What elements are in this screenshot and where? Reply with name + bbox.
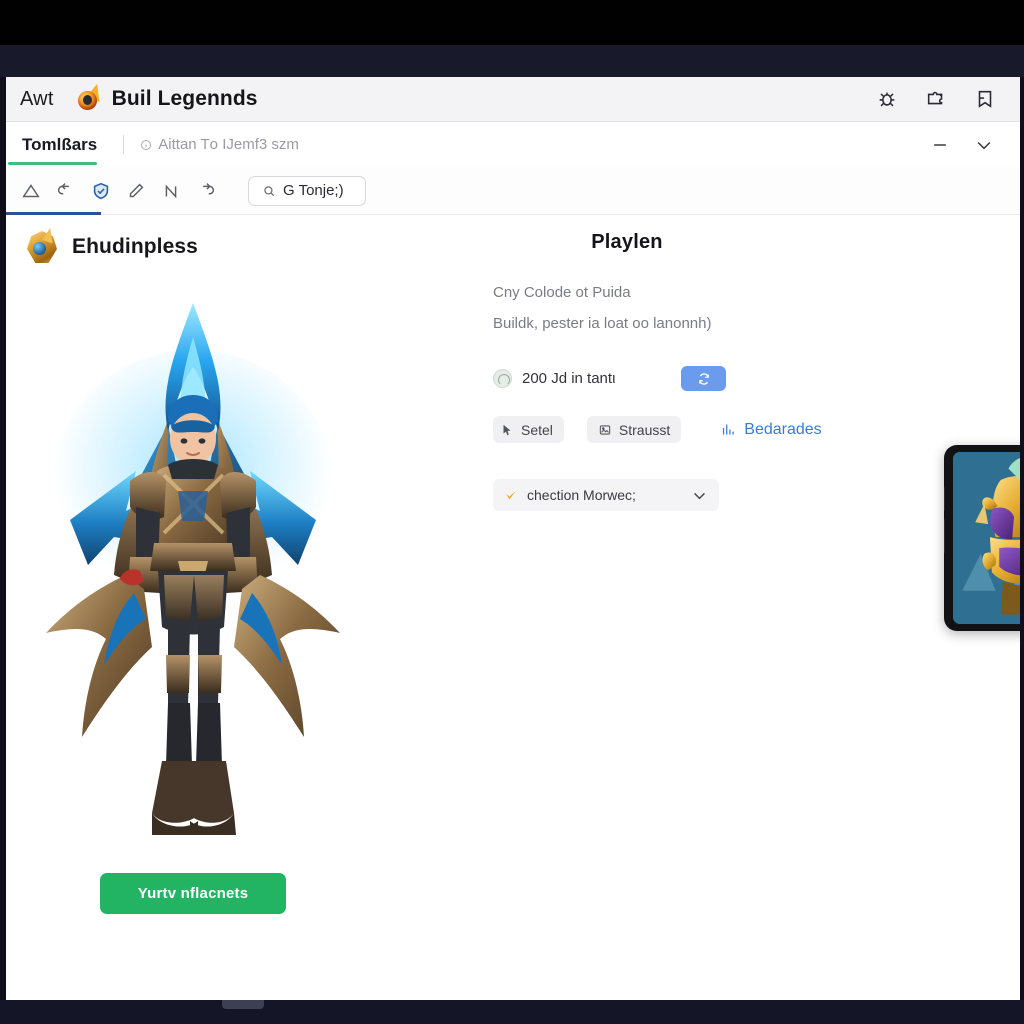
chevron-down-icon (694, 492, 705, 499)
champion-name: Ehudinpless (72, 235, 198, 258)
title-bar: Awt Buil Legennds (6, 77, 1020, 122)
stat-text: 200 Jd in tantι (522, 370, 616, 387)
refresh-icon (699, 372, 709, 385)
tab-secondary[interactable]: Aittan Tᴏ IJemf3 szm (140, 136, 299, 153)
pencil-icon[interactable] (125, 180, 147, 202)
toolbar: G Tonje;) (6, 167, 1020, 215)
phone-screen-art (953, 452, 1020, 624)
bookmark-icon[interactable] (974, 88, 996, 110)
chip-setel-label: Setel (521, 421, 553, 438)
puzzle-icon[interactable] (925, 88, 947, 110)
info-circle-icon (141, 139, 152, 150)
brand-word: Awt (20, 87, 54, 110)
detail-subtitle-2: Buildk, pester ia loat oo lanonnh) (493, 315, 712, 332)
bedarades-link[interactable]: Bedarades (720, 420, 822, 439)
chart-bars-icon (723, 424, 735, 435)
tab-active[interactable]: Tomlßars (7, 122, 101, 167)
bedarades-link-label: Bedarades (744, 420, 822, 438)
triangle-icon[interactable] (20, 180, 42, 202)
mode-dropdown-label: chection Morwec; (527, 487, 636, 503)
stat-row: 200 Jd in tantι (493, 366, 913, 391)
screen-top-bezel (0, 0, 1024, 45)
champion-header: Ehudinpless (24, 226, 198, 265)
chip-strausst-label: Strausst (618, 421, 671, 438)
mode-dropdown[interactable]: chection Morwec; (493, 479, 719, 511)
orange-check-icon (506, 490, 516, 499)
champion-cta-button[interactable]: Yurtv nflacnets (100, 873, 286, 914)
window-controls (930, 135, 1008, 155)
image-icon (599, 424, 611, 435)
tab-secondary-label: Aittan Tᴏ IJemf3 szm (158, 136, 299, 153)
champion-splash-art (46, 303, 340, 835)
chip-setel[interactable]: Setel (493, 416, 564, 443)
flame-logo-icon (76, 81, 106, 113)
letter-n-icon[interactable] (160, 180, 182, 202)
detail-panel: Playlen Cny Colode ot Puida Buildk, pest… (493, 215, 913, 511)
phone-mockup-preview (944, 445, 1020, 631)
detail-subtitle-1: Cny Colode ot Puida (493, 284, 631, 301)
application-window: Awt Buil Legennds Tomlßars Aittan Tᴏ IJe… (6, 77, 1020, 1000)
chevron-down-icon[interactable] (974, 135, 994, 155)
screen-bottom-nub (222, 1000, 264, 1009)
clock-icon (493, 369, 512, 388)
screen-bottom-bezel (0, 1000, 1024, 1024)
app-title: Buil Legennds (111, 87, 258, 110)
tab-strip: Tomlßars Aittan Tᴏ IJemf3 szm (6, 122, 1020, 167)
main-content: Ehudinpless Yurtv nflacnets Playlen Cny … (6, 215, 1020, 1000)
chip-row: Setel Strausst Bedarades (493, 416, 913, 443)
undo-icon[interactable] (55, 180, 77, 202)
search-input[interactable]: G Tonje;) (248, 175, 366, 206)
champion-crest-icon (24, 226, 60, 265)
screen-right-bezel (1020, 77, 1024, 1000)
refresh-action-button[interactable] (681, 366, 727, 391)
shield-check-icon[interactable] (90, 180, 112, 202)
cursor-icon (503, 424, 511, 435)
screen-top-navy-band (0, 45, 1024, 77)
tab-divider (123, 135, 125, 154)
bug-icon[interactable] (876, 88, 898, 110)
chip-strausst[interactable]: Strausst (586, 416, 682, 443)
redo-icon[interactable] (195, 180, 217, 202)
screen-root: Awt Buil Legennds Tomlßars Aittan Tᴏ IJe… (0, 0, 1024, 1024)
titlebar-icon-group (876, 88, 1006, 110)
detail-title: Playlen (591, 231, 663, 253)
search-input-value: G Tonje;) (283, 182, 344, 199)
minimize-icon[interactable] (930, 135, 950, 155)
search-icon (264, 185, 275, 196)
